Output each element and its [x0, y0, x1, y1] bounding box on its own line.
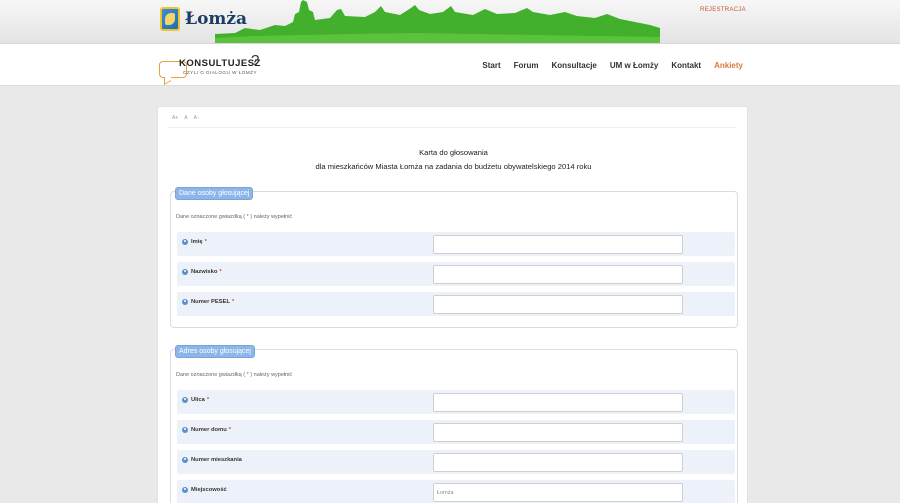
help-icon[interactable] [182, 299, 188, 305]
section-legend: Adres osoby głosującej [175, 345, 255, 358]
font-decrease-icon[interactable]: A- [194, 115, 199, 121]
divider [168, 127, 737, 128]
field-label: Nazwisko * [182, 269, 222, 275]
form-row-miejscowosc: Miejscowość Łomża [177, 480, 735, 503]
imie-input[interactable] [433, 235, 683, 254]
section-legend: Dane osoby głosującej [175, 187, 254, 200]
nav-start[interactable]: Start [482, 61, 500, 70]
miejscowosc-input[interactable]: Łomża [433, 483, 683, 502]
ulica-input[interactable] [433, 393, 683, 412]
required-note: Dane oznaczone gwiazdką ( * ) należy wyp… [176, 372, 293, 378]
form-row-pesel: Numer PESEL * [177, 292, 735, 316]
main-navbar: KONSULTUJESZ ? CZYLI O DIALOGU W ŁOMŻY S… [0, 44, 900, 86]
form-row-numer-mieszkania: Numer mieszkania [177, 450, 735, 474]
field-label: Miejscowość [182, 487, 229, 493]
logo-text: Łomża [185, 9, 248, 29]
form-row-imie: Imię * [177, 232, 735, 256]
form-row-nazwisko: Nazwisko * [177, 262, 735, 286]
form-title: Karta do głosowania [419, 148, 488, 157]
help-icon[interactable] [182, 269, 188, 275]
city-skyline-image [215, 0, 660, 43]
field-label: Numer PESEL * [182, 299, 234, 305]
voter-address-section: Adres osoby głosującej Dane oznaczone gw… [170, 345, 738, 503]
help-icon[interactable] [182, 397, 188, 403]
nav-forum[interactable]: Forum [514, 61, 539, 70]
help-icon[interactable] [182, 487, 188, 493]
pesel-input[interactable] [433, 295, 683, 314]
city-crest-icon [160, 7, 180, 31]
voter-data-section: Dane osoby głosującej Dane oznaczone gwi… [170, 187, 738, 328]
lomza-logo[interactable]: Łomża [160, 7, 247, 31]
form-subtitle: dla mieszkańców Miasta Łomża na zadania … [315, 162, 592, 171]
field-label: Imię * [182, 239, 207, 245]
voting-form-card: A+ A A- Karta do głosowania dla mieszkań… [157, 106, 748, 503]
help-icon[interactable] [182, 427, 188, 433]
nav-um-w-lomzy[interactable]: UM w Łomży [610, 61, 658, 70]
top-banner: Łomża REJESTRACJA [0, 0, 900, 44]
help-icon[interactable] [182, 239, 188, 245]
nav-konsultacje[interactable]: Konsultacje [552, 61, 597, 70]
brand-question-mark: ? [251, 52, 260, 69]
field-label: Numer domu * [182, 427, 231, 433]
konsultujesz-brand[interactable]: KONSULTUJESZ ? CZYLI O DIALOGU W ŁOMŻY [157, 52, 287, 80]
font-increase-icon[interactable]: A+ [172, 115, 178, 121]
nazwisko-input[interactable] [433, 265, 683, 284]
required-note: Dane oznaczone gwiazdką ( * ) należy wyp… [176, 214, 293, 220]
brand-subtitle: CZYLI O DIALOGU W ŁOMŻY [183, 70, 258, 75]
nav-ankiety[interactable]: Ankiety [714, 61, 743, 70]
main-nav: Start Forum Konsultacje UM w Łomży Konta… [482, 61, 743, 70]
form-row-ulica: Ulica * [177, 390, 735, 414]
font-size-toolbar: A+ A A- [172, 115, 199, 121]
help-icon[interactable] [182, 457, 188, 463]
font-reset-icon[interactable]: A [184, 115, 187, 121]
field-label: Ulica * [182, 397, 209, 403]
nav-kontakt[interactable]: Kontakt [671, 61, 701, 70]
numer-domu-input[interactable] [433, 423, 683, 442]
brand-title: KONSULTUJESZ [179, 58, 261, 69]
field-label: Numer mieszkania [182, 457, 244, 463]
numer-mieszkania-input[interactable] [433, 453, 683, 472]
form-row-numer-domu: Numer domu * [177, 420, 735, 444]
register-link[interactable]: REJESTRACJA [700, 7, 746, 13]
